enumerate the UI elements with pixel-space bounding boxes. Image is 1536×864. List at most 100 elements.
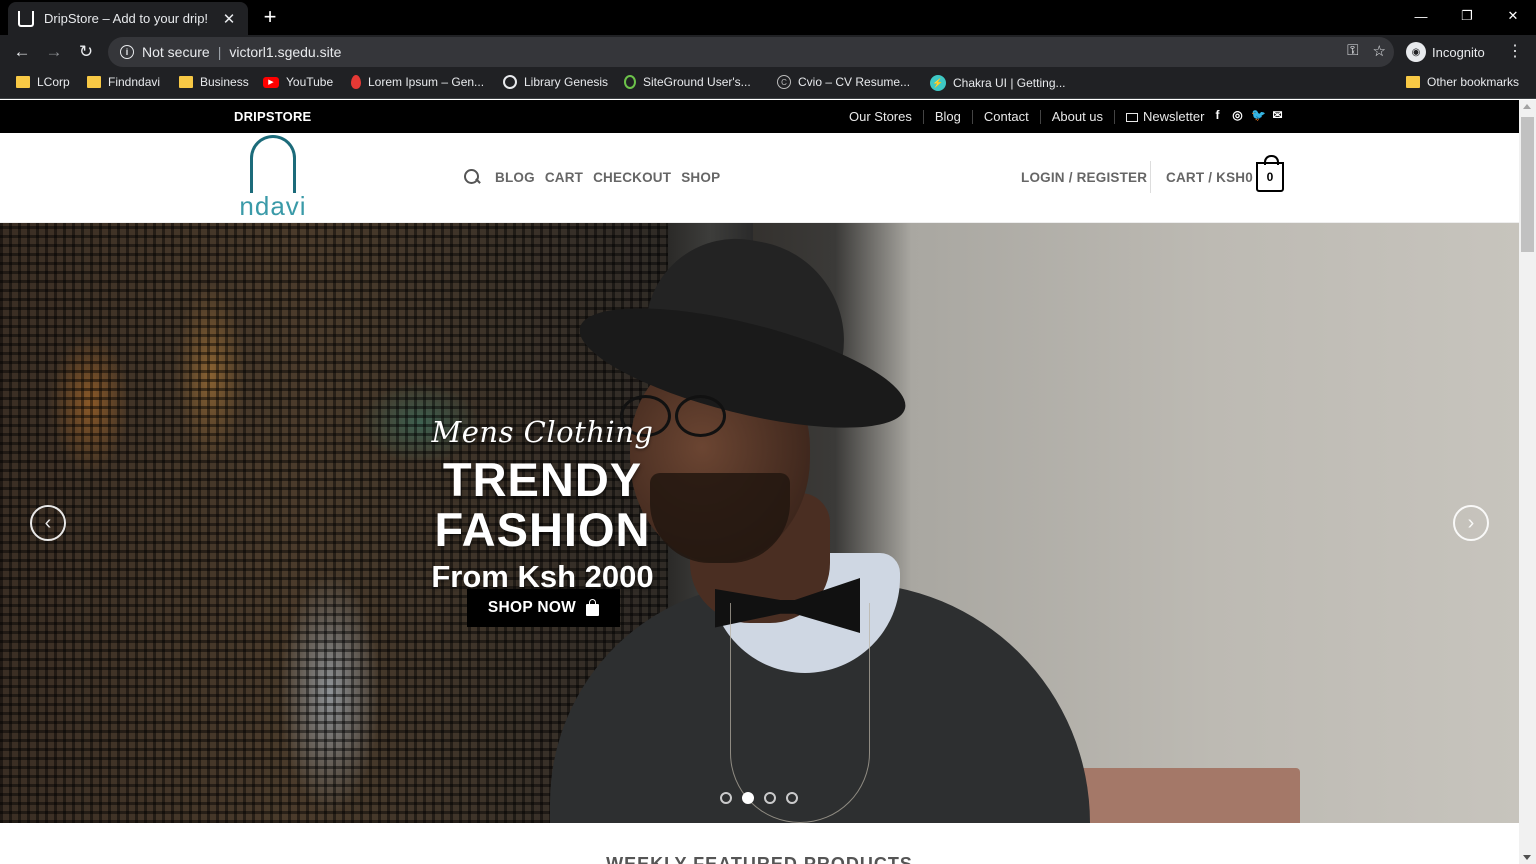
facebook-icon[interactable]: f [1211,108,1224,122]
back-button[interactable]: ← [11,41,33,63]
restore-button[interactable]: ❐ [1444,0,1490,32]
other-bookmarks[interactable]: Other bookmarks [1406,75,1519,89]
scroll-down-arrow-icon[interactable] [1523,855,1531,860]
nav-checkout[interactable]: CHECKOUT [593,170,671,185]
slider-next-button[interactable]: › [1453,505,1489,541]
hero-title: TRENDY FASHION [434,453,651,556]
slider-dots [720,792,798,804]
site-top-bar: DRIPSTORE Our Stores Blog Contact About … [0,100,1519,133]
site-logo[interactable]: ndavi [233,133,313,223]
logo-arch-mark [250,135,296,193]
hero-background-chair [1075,768,1300,823]
bookmark-item[interactable]: ⚡ Chakra UI | Getting... [930,75,1066,91]
email-icon[interactable]: ✉ [1271,108,1284,122]
bookmark-item[interactable]: C Cvio – CV Resume... [777,75,910,89]
url-text[interactable]: victorl1.sgedu.site [229,44,341,60]
bookmark-item[interactable]: Lorem Ipsum – Gen... [351,75,484,89]
cart-total-link[interactable]: CART / KSH0 [1166,170,1253,185]
bookmark-label: Business [200,75,249,89]
slider-dot[interactable] [742,792,754,804]
browser-tab[interactable]: DripStore – Add to your drip! ✕ [8,2,248,35]
password-key-icon[interactable]: ⚿ [1347,42,1358,60]
scrollbar-thumb[interactable] [1521,117,1534,252]
incognito-icon: ◉ [1406,42,1426,62]
page-viewport: DRIPSTORE Our Stores Blog Contact About … [0,100,1536,864]
pin-icon [351,75,361,89]
slider-dot[interactable] [764,792,776,804]
address-bar[interactable]: i Not secure | victorl1.sgedu.site ⚿ ☆ [108,37,1394,67]
top-brand: DRIPSTORE [234,109,312,124]
folder-icon [87,76,101,88]
reload-button[interactable]: ↻ [75,41,97,63]
link-newsletter[interactable]: Newsletter [1114,108,1215,124]
link-about-us[interactable]: About us [1039,109,1114,124]
browser-menu-icon[interactable]: ⋮ [1505,41,1525,61]
copyright-icon: C [777,75,791,89]
folder-icon [16,76,30,88]
featured-section-title: WEEKLY FEATURED PRODUCTS [606,854,913,864]
twitter-icon[interactable]: 🐦 [1251,108,1266,122]
bookmark-label: Other bookmarks [1427,75,1520,89]
header-divider [1150,161,1151,193]
shop-now-button[interactable]: SHOP NOW [467,589,620,627]
folder-icon [1406,76,1420,88]
social-links: f ◎ 🐦 ✉ [1211,108,1284,122]
bookmark-label: Library Genesis [524,75,609,89]
bookmark-item[interactable]: ▶ YouTube [263,75,333,89]
slider-dot[interactable] [720,792,732,804]
incognito-profile-button[interactable]: ◉ Incognito [1402,38,1495,66]
new-tab-button[interactable]: + [258,6,282,28]
bookmark-item[interactable]: SiteGround User's... [624,75,751,89]
nav-cart[interactable]: CART [545,170,583,185]
scroll-up-arrow-icon[interactable] [1523,104,1531,109]
minimize-button[interactable]: — [1398,0,1444,32]
shopping-bag-icon [586,598,600,616]
bookmarks-bar: LCorp Findndavi Business ▶ YouTube Lorem … [0,69,1536,99]
bookmark-item[interactable]: Library Genesis [503,75,608,89]
page-scrollbar[interactable] [1519,100,1536,864]
cart-bag-icon[interactable]: 0 [1256,155,1284,192]
slider-prev-button[interactable]: ‹ [30,505,66,541]
site-favicon-icon [18,10,34,27]
bookmark-item[interactable]: Business [179,75,249,89]
instagram-icon[interactable]: ◎ [1231,108,1244,122]
browser-toolbar: ← → ↻ i Not secure | victorl1.sgedu.site… [0,35,1536,69]
folder-icon [179,76,193,88]
close-window-button[interactable]: ✕ [1490,0,1536,32]
link-our-stores[interactable]: Our Stores [838,109,923,124]
nav-shop[interactable]: SHOP [681,170,720,185]
bookmark-label: Cvio – CV Resume... [798,75,911,89]
chakra-icon: ⚡ [930,75,946,91]
bookmark-label: Chakra UI | Getting... [953,76,1066,90]
bookmark-item[interactable]: Findndavi [87,75,160,89]
tab-title: DripStore – Add to your drip! [44,11,209,26]
incognito-label: Incognito [1432,44,1485,60]
cart-count: 0 [1266,170,1274,184]
featured-section-peek: WEEKLY FEATURED PRODUCTS [0,823,1519,864]
youtube-icon: ▶ [263,76,279,88]
bookmark-item[interactable]: LCorp [16,75,70,89]
site-header: ndavi BLOG CART CHECKOUT SHOP LOGIN / RE… [0,133,1519,223]
link-contact[interactable]: Contact [971,109,1040,124]
bookmark-label: LCorp [37,75,70,89]
newsletter-label: Newsletter [1143,108,1205,124]
bookmark-star-icon[interactable]: ☆ [1373,42,1386,60]
main-navigation: BLOG CART CHECKOUT SHOP [463,168,720,186]
link-blog[interactable]: Blog [922,109,972,124]
hero-slider: Mens Clothing TRENDY FASHION From Ksh 20… [0,223,1519,823]
search-icon[interactable] [463,168,481,186]
security-label[interactable]: Not secure [142,44,210,60]
logo-text: ndavi [239,191,307,221]
forward-button[interactable]: → [43,41,65,63]
hero-script-heading: Mens Clothing [431,415,654,449]
omnibox-actions: ⚿ ☆ [1347,42,1386,60]
envelope-icon [1126,112,1139,122]
shop-now-label: SHOP NOW [487,599,577,616]
hero-text-block: Mens Clothing TRENDY FASHION From Ksh 20… [330,415,755,595]
info-icon[interactable]: i [120,45,134,59]
close-tab-icon[interactable]: ✕ [220,10,238,28]
login-register-link[interactable]: LOGIN / REGISTER [1021,170,1147,185]
nav-blog[interactable]: BLOG [495,170,535,185]
slider-dot[interactable] [786,792,798,804]
globe-icon [503,75,517,89]
